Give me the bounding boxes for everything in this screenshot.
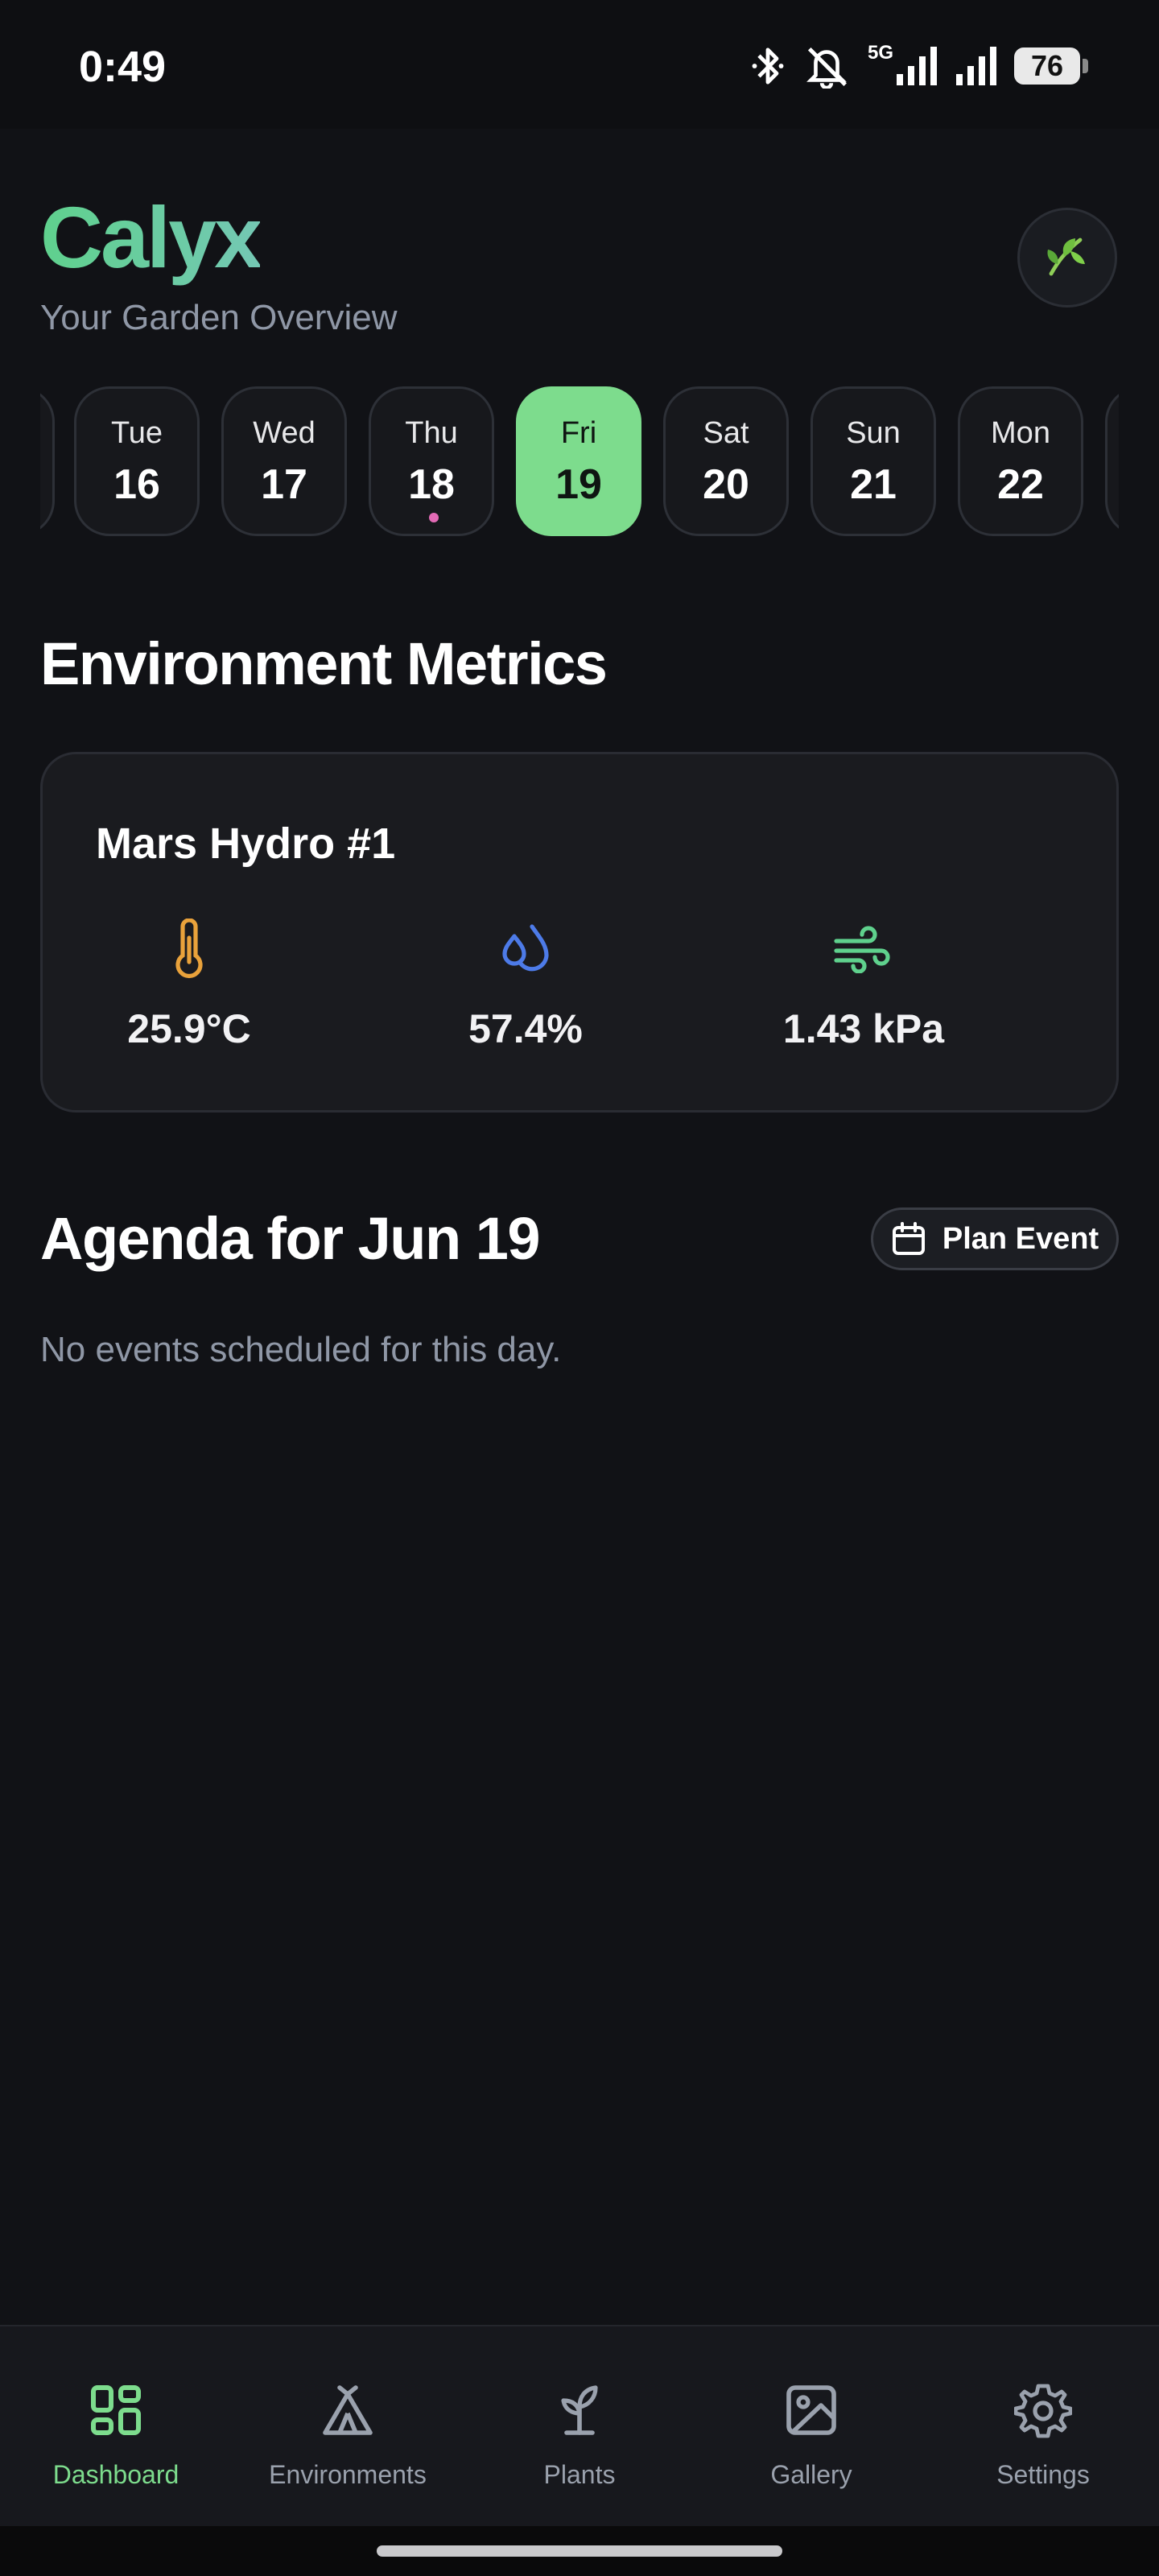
network-type: 5G — [867, 42, 893, 64]
nav-environments[interactable]: Environments — [232, 2326, 464, 2528]
vpd-value: 1.43 kPa — [782, 1006, 945, 1051]
dashboard-icon — [87, 2372, 145, 2449]
garden-profile-button[interactable] — [1017, 208, 1117, 308]
app-title: Calyx — [40, 188, 262, 286]
day-number: 21 — [850, 461, 897, 508]
date-pill[interactable]: Sat 20 — [663, 386, 789, 536]
status-bar: 0:49 5G 76 — [0, 0, 1159, 129]
plan-event-label: Plan Event — [942, 1221, 1099, 1256]
day-of-week: Wed — [253, 416, 316, 450]
date-pill[interactable]: Wed 17 — [221, 386, 347, 536]
gear-icon — [1014, 2372, 1072, 2449]
dashboard-screen: 0:49 5G 76 Calyx Your Garden Overview Tu… — [0, 0, 1159, 2576]
nav-environments-label: Environments — [269, 2460, 427, 2489]
day-of-week: Sat — [703, 416, 749, 450]
signal-icon — [895, 45, 937, 87]
date-pill[interactable]: Mon 22 — [958, 386, 1083, 536]
date-pill-partial-left[interactable] — [40, 386, 55, 536]
day-of-week: Sun — [846, 416, 901, 450]
signal-icon-2 — [955, 45, 996, 87]
date-pill[interactable]: Thu 18 — [369, 386, 494, 536]
day-of-week: Fri — [560, 416, 597, 450]
calendar-icon — [891, 1221, 926, 1257]
agenda-heading: Agenda for Jun 19 — [40, 1205, 541, 1272]
temperature-value: 25.9°C — [127, 1006, 251, 1051]
date-pill-selected[interactable]: Fri 19 — [516, 386, 641, 536]
image-icon — [782, 2372, 840, 2449]
bluetooth-icon — [750, 43, 786, 89]
plan-event-button[interactable]: Plan Event — [871, 1208, 1119, 1270]
status-time: 0:49 — [79, 43, 167, 91]
thermometer-icon — [171, 917, 207, 981]
environment-card[interactable]: Mars Hydro #1 25.9°C 57.4% 1.43 kPa — [40, 752, 1119, 1113]
temperature-metric: 25.9°C — [20, 917, 358, 1052]
status-icons: 5G 76 — [750, 40, 1088, 92]
leaf-icon — [1041, 230, 1093, 286]
date-strip[interactable]: Tue 16 Wed 17 Thu 18 Fri 19 Sat 20 Sun 2… — [40, 386, 1119, 538]
date-pill[interactable]: Sun 21 — [810, 386, 936, 536]
nav-gallery[interactable]: Gallery — [695, 2326, 927, 2528]
day-of-week: Thu — [405, 416, 458, 450]
nav-dashboard-label: Dashboard — [52, 2460, 179, 2489]
wind-icon — [833, 917, 894, 981]
environment-name: Mars Hydro #1 — [96, 819, 396, 868]
event-indicator-dot — [429, 513, 439, 522]
humidity-value: 57.4% — [468, 1006, 583, 1051]
humidity-metric: 57.4% — [357, 917, 695, 1052]
agenda-empty-message: No events scheduled for this day. — [40, 1330, 562, 1369]
sprout-icon — [551, 2372, 608, 2449]
nav-dashboard[interactable]: Dashboard — [0, 2326, 232, 2528]
home-indicator[interactable] — [377, 2545, 782, 2557]
gesture-bar — [0, 2526, 1159, 2576]
vpd-metric: 1.43 kPa — [695, 917, 1033, 1052]
nav-settings[interactable]: Settings — [927, 2326, 1159, 2528]
nav-plants-label: Plants — [543, 2460, 616, 2489]
tent-icon — [317, 2372, 378, 2449]
nav-settings-label: Settings — [996, 2460, 1090, 2489]
day-number: 16 — [113, 461, 160, 508]
date-pill-partial-right[interactable] — [1105, 386, 1119, 536]
day-number: 20 — [703, 461, 749, 508]
day-number: 19 — [555, 461, 602, 508]
bottom-navigation: Dashboard Environments Plants Gallery Se… — [0, 2325, 1159, 2526]
day-number: 17 — [261, 461, 307, 508]
date-pill[interactable]: Tue 16 — [74, 386, 200, 536]
day-number: 22 — [997, 461, 1044, 508]
nav-gallery-label: Gallery — [770, 2460, 852, 2489]
page-subtitle: Your Garden Overview — [40, 298, 398, 337]
muted-bell-icon — [803, 43, 850, 89]
battery-indicator: 76 — [1014, 47, 1088, 85]
day-of-week: Mon — [991, 416, 1050, 450]
droplets-icon — [497, 917, 555, 981]
day-number: 18 — [408, 461, 455, 508]
nav-plants[interactable]: Plants — [464, 2326, 695, 2528]
battery-level: 76 — [1030, 49, 1064, 82]
environment-metrics-heading: Environment Metrics — [40, 630, 608, 697]
day-of-week: Tue — [110, 416, 163, 450]
